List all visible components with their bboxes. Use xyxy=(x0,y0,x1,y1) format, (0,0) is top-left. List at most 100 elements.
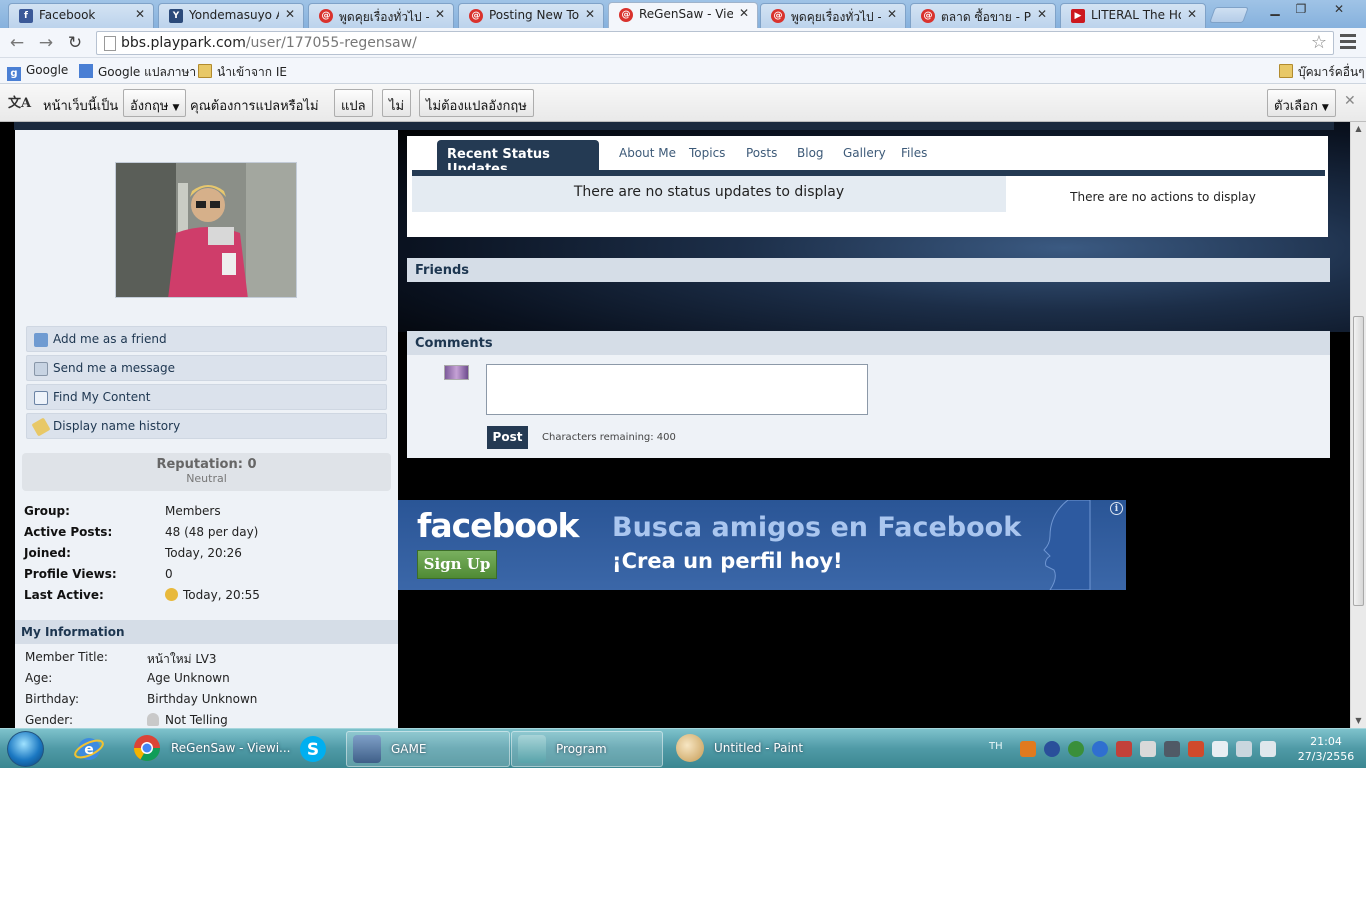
bookmark-google-translate[interactable]: Google แปลภาษา xyxy=(79,63,196,82)
tab-facebook[interactable]: f Facebook ✕ xyxy=(8,3,154,28)
tab-about-me[interactable]: About Me xyxy=(619,146,676,160)
close-icon[interactable]: ✕ xyxy=(1187,7,1197,21)
scroll-down-arrow-icon[interactable]: ▼ xyxy=(1351,714,1366,728)
reload-icon[interactable]: ↻ xyxy=(64,32,86,54)
tray-action-center-flag-icon[interactable] xyxy=(1212,741,1228,757)
reputation-label: Reputation: 0 xyxy=(156,457,257,472)
close-icon[interactable]: ✕ xyxy=(1037,7,1047,21)
svg-text:e: e xyxy=(84,742,94,758)
info-gender-value: Not Telling xyxy=(147,713,228,727)
scrollbar-thumb[interactable] xyxy=(1353,316,1364,606)
game-folder-icon xyxy=(353,735,381,763)
address-url[interactable]: bbs.playpark.com/user/177055-regensaw/ xyxy=(121,35,417,51)
scroll-up-arrow-icon[interactable]: ▲ xyxy=(1351,122,1366,136)
tab-literal-the-hobbit[interactable]: ▶ LITERAL The Hob ✕ xyxy=(1060,3,1206,28)
send-message-button[interactable]: Send me a message xyxy=(26,355,387,381)
info-age-label: Age: xyxy=(25,671,53,685)
playpark-icon: @ xyxy=(619,8,633,22)
tray-update-icon[interactable] xyxy=(1092,741,1108,757)
skype-icon[interactable]: S xyxy=(297,733,329,765)
stat-views-label: Profile Views: xyxy=(24,567,117,581)
close-icon[interactable]: ✕ xyxy=(135,7,145,21)
tab-posts[interactable]: Posts xyxy=(746,146,777,160)
tray-utorrent-icon[interactable] xyxy=(1068,741,1084,757)
ad-info-icon[interactable]: i xyxy=(1110,502,1123,515)
new-tab-button[interactable] xyxy=(1209,7,1249,23)
close-window-icon[interactable]: ✕ xyxy=(1326,0,1352,18)
paint-icon xyxy=(676,734,704,762)
history-icon xyxy=(31,417,51,437)
translate-options-button[interactable]: ตัวเลือก ▼ xyxy=(1267,89,1336,117)
tray-network-icon[interactable] xyxy=(1236,741,1252,757)
info-member-title-label: Member Title: xyxy=(25,650,108,664)
facebook-logo: facebook xyxy=(417,506,579,545)
tray-tool-icon[interactable] xyxy=(1116,741,1132,757)
close-icon[interactable]: ✕ xyxy=(285,7,295,21)
facebook-signup-button[interactable]: Sign Up xyxy=(417,550,497,579)
tab-yondemasuyo[interactable]: Y Yondemasuyo Az ✕ xyxy=(158,3,304,28)
yondemasuyo-icon: Y xyxy=(169,9,183,23)
bookmarks-bar: g Google Google แปลภาษา นำเข้าจาก IE บุ๊ค… xyxy=(0,58,1366,84)
tray-aol-icon[interactable] xyxy=(1044,741,1060,757)
minimize-window-icon[interactable]: ▁ xyxy=(1262,0,1288,18)
tab-general-discussion[interactable]: @ พูดคุยเรื่องทั่วไป - P ✕ xyxy=(308,3,454,28)
source-language-select[interactable]: อังกฤษ ▼ xyxy=(123,89,187,117)
post-comment-button[interactable]: Post xyxy=(487,426,528,449)
tray-java-icon[interactable] xyxy=(1020,741,1036,757)
taskbar-paint[interactable]: Untitled - Paint xyxy=(670,731,820,767)
internet-explorer-icon[interactable]: e xyxy=(73,733,105,765)
tray-pen-icon[interactable] xyxy=(1140,741,1156,757)
tab-recent-status-updates[interactable]: Recent Status Updates xyxy=(437,140,599,177)
comment-textarea[interactable] xyxy=(486,364,868,415)
tab-files[interactable]: Files xyxy=(901,146,927,160)
tray-volume-icon[interactable] xyxy=(1260,741,1276,757)
tab-gallery[interactable]: Gallery xyxy=(843,146,886,160)
facebook-ad-banner[interactable]: facebook Sign Up Busca amigos en Faceboo… xyxy=(398,500,1126,590)
friends-heading: Friends xyxy=(407,258,1330,282)
close-icon[interactable]: ✕ xyxy=(435,7,445,21)
tab-general-discussion-2[interactable]: @ พูดคุยเรื่องทั่วไป - P ✕ xyxy=(760,3,906,28)
stat-posts-value: 48 (48 per day) xyxy=(165,525,259,539)
tab-market[interactable]: @ ตลาด ซื้อขาย - Play ✕ xyxy=(910,3,1056,28)
address-bar[interactable]: bbs.playpark.com/user/177055-regensaw/ ☆ xyxy=(96,31,1334,55)
system-clock[interactable]: 21:04 27/3/2556 xyxy=(1296,734,1356,764)
comments-heading: Comments xyxy=(407,331,1330,355)
bookmark-imported-ie[interactable]: นำเข้าจาก IE xyxy=(198,63,287,82)
taskbar-game-folder[interactable]: GAME xyxy=(346,731,510,767)
tab-regensaw-active[interactable]: @ ReGenSaw - Viewi ✕ xyxy=(608,2,758,28)
translate-button[interactable]: แปล xyxy=(334,89,373,117)
tray-speaker-muted-icon[interactable] xyxy=(1188,741,1204,757)
page-header-band xyxy=(14,122,1334,130)
find-my-content-button[interactable]: Find My Content xyxy=(26,384,387,410)
close-icon[interactable]: ✕ xyxy=(887,7,897,21)
back-arrow-icon[interactable]: ← xyxy=(6,32,28,54)
tab-posting-new-topic[interactable]: @ Posting New Topi ✕ xyxy=(458,3,604,28)
no-translate-button[interactable]: ไม่ xyxy=(382,89,412,117)
close-icon[interactable]: ✕ xyxy=(739,6,749,20)
screen: f Facebook ✕ Y Yondemasuyo Az ✕ @ พูดคุย… xyxy=(0,0,1366,768)
add-friend-button[interactable]: Add me as a friend xyxy=(26,326,387,352)
maximize-window-icon[interactable]: ❐ xyxy=(1288,0,1314,18)
stat-last-active-label: Last Active: xyxy=(24,588,104,602)
status-updates-panel: Recent Status Updates About Me Topics Po… xyxy=(407,136,1328,237)
tray-device-icon[interactable] xyxy=(1164,741,1180,757)
input-language-indicator[interactable]: TH xyxy=(989,741,1003,752)
start-button[interactable] xyxy=(7,731,44,767)
display-name-history-button[interactable]: Display name history xyxy=(26,413,387,439)
chrome-menu-icon[interactable] xyxy=(1340,34,1356,52)
tab-topics[interactable]: Topics xyxy=(689,146,725,160)
stat-group-value: Members xyxy=(165,504,221,518)
never-translate-button[interactable]: ไม่ต้องแปลอังกฤษ xyxy=(419,89,534,117)
page-scrollbar[interactable]: ▲ ▼ xyxy=(1350,122,1366,728)
taskbar-chrome[interactable]: ReGenSaw - Viewi... xyxy=(127,731,290,767)
tab-blog[interactable]: Blog xyxy=(797,146,824,160)
bookmark-other[interactable]: บุ๊คมาร์คอื่นๆ xyxy=(1279,63,1365,82)
close-icon[interactable]: ✕ xyxy=(585,7,595,21)
forward-arrow-icon[interactable]: → xyxy=(35,32,57,54)
bookmark-google[interactable]: g Google xyxy=(7,63,68,81)
stat-last-active-value: Today, 20:55 xyxy=(165,588,260,602)
message-icon xyxy=(34,362,48,376)
taskbar-program-folder[interactable]: Program xyxy=(511,731,663,767)
bookmark-star-icon[interactable]: ☆ xyxy=(1311,32,1327,54)
close-infobar-icon[interactable]: ✕ xyxy=(1344,93,1356,109)
